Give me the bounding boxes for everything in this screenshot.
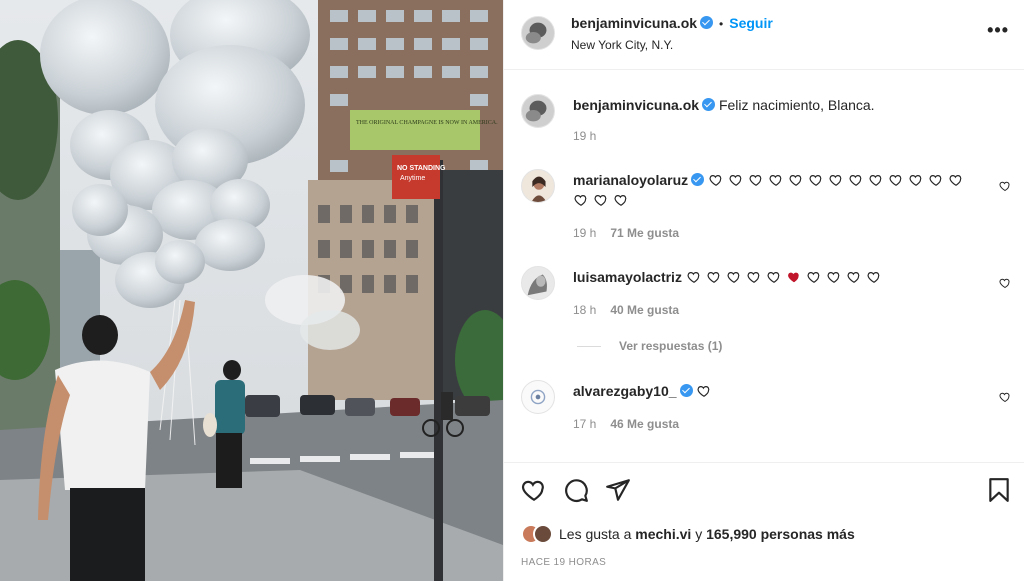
view-replies-button[interactable]: Ver respuestas (1) [577, 339, 722, 353]
like-comment-heart-icon[interactable] [999, 391, 1011, 403]
white-heart-emoji [949, 175, 962, 186]
comment-bubble-icon[interactable] [563, 477, 589, 503]
commenter-username[interactable]: luisamayolactriz [573, 269, 682, 285]
white-heart-emoji [827, 272, 840, 283]
commenter-avatar[interactable] [521, 266, 555, 300]
like-comment-heart-icon[interactable] [999, 180, 1011, 192]
liker-avatar [533, 524, 553, 544]
caption-time: 19 h [573, 129, 597, 143]
white-heart-emoji [574, 195, 587, 206]
white-heart-emoji [729, 175, 742, 186]
sign-text-1: NO STANDING [397, 165, 446, 172]
white-heart-emoji [829, 175, 842, 186]
white-heart-emoji [707, 272, 720, 283]
comment-time: 19 h [573, 226, 597, 240]
save-bookmark-icon[interactable] [986, 477, 1012, 503]
post-header: benjaminvicuna.ok • Seguir New York City, … [504, 0, 1024, 70]
white-heart-emoji [747, 272, 760, 283]
comment-meta: 17 h 46 Me gusta [573, 417, 679, 431]
white-heart-emoji [909, 175, 922, 186]
white-heart-emoji [929, 175, 942, 186]
verified-badge-icon [700, 16, 714, 29]
comment-hearts [573, 192, 633, 208]
like-heart-icon[interactable] [521, 477, 547, 503]
verified-badge-icon [702, 98, 716, 111]
comment-meta: 18 h 40 Me gusta [573, 303, 679, 317]
post-photo[interactable]: THE ORIGINAL CHAMPAGNE IS NOW IN AMERICA… [0, 0, 503, 581]
white-heart-emoji [867, 272, 880, 283]
commenter-avatar[interactable] [521, 169, 555, 203]
post-location[interactable]: New York City, N.Y. [571, 38, 673, 52]
comment-likes[interactable]: 40 Me gusta [610, 303, 679, 317]
commenter-username[interactable]: marianaloyolaruz [573, 172, 688, 188]
comment-meta: 19 h 71 Me gusta [573, 226, 679, 240]
caption-username[interactable]: benjaminvicuna.ok [573, 97, 699, 113]
comment-hearts [708, 172, 968, 188]
white-heart-emoji [769, 175, 782, 186]
white-heart-emoji [889, 175, 902, 186]
comment-likes[interactable]: 46 Me gusta [610, 417, 679, 431]
white-heart-emoji [849, 175, 862, 186]
comment-item: marianaloyolaruz 19 h 71 Me gusta [504, 166, 1024, 246]
white-heart-emoji [749, 175, 762, 186]
separator-dot: • [719, 17, 724, 31]
white-heart-emoji [809, 175, 822, 186]
comment-time: 18 h [573, 303, 597, 317]
more-options-icon[interactable]: ••• [987, 20, 1009, 41]
sign-text-2: Anytime [400, 175, 425, 182]
white-heart-emoji [727, 272, 740, 283]
likes-prefix: Les gusta a [559, 526, 632, 542]
billboard-text: THE ORIGINAL CHAMPAGNE IS NOW IN AMERICA… [356, 120, 498, 126]
comment-likes[interactable]: 71 Me gusta [610, 226, 679, 240]
post-actions: Les gusta a mechi.vi y 165,990 personas … [504, 462, 1024, 581]
like-comment-heart-icon[interactable] [999, 277, 1011, 289]
comment-hearts [686, 269, 886, 285]
share-paper-plane-icon[interactable] [605, 477, 631, 503]
commenter-avatar[interactable] [521, 380, 555, 414]
comment-item: luisamayolactriz 18 h 40 Me gusta Ver res… [504, 263, 1024, 363]
white-heart-emoji [847, 272, 860, 283]
white-heart-emoji [594, 195, 607, 206]
comment-item: alvarezgaby10_ 17 h 46 Me gusta [504, 377, 1024, 447]
white-heart-emoji [697, 386, 710, 397]
verified-badge-icon [679, 384, 693, 397]
white-heart-emoji [767, 272, 780, 283]
follow-button[interactable]: Seguir [729, 15, 773, 31]
likes-summary[interactable]: Les gusta a mechi.vi y 165,990 personas … [521, 524, 855, 544]
comment-hearts [696, 383, 716, 399]
street-scene-image: THE ORIGINAL CHAMPAGNE IS NOW IN AMERICA… [0, 0, 503, 581]
white-heart-emoji [614, 195, 627, 206]
red-heart-emoji [787, 272, 799, 283]
author-username[interactable]: benjaminvicuna.ok [571, 15, 697, 31]
white-heart-emoji [869, 175, 882, 186]
author-avatar[interactable] [521, 16, 555, 50]
white-heart-emoji [687, 272, 700, 283]
commenter-username[interactable]: alvarezgaby10_ [573, 383, 677, 399]
comments-list[interactable]: benjaminvicuna.ok Feliz nacimiento, Blan… [504, 71, 1024, 461]
white-heart-emoji [789, 175, 802, 186]
white-heart-emoji [807, 272, 820, 283]
likes-user[interactable]: mechi.vi [635, 526, 691, 542]
caption-avatar[interactable] [521, 94, 555, 128]
post-time-ago[interactable]: HACE 19 HORAS [521, 557, 606, 568]
likes-others[interactable]: 165,990 personas más [706, 526, 855, 542]
caption-text: Feliz nacimiento, Blanca. [718, 97, 875, 113]
white-heart-emoji [709, 175, 722, 186]
post-details-panel: benjaminvicuna.ok • Seguir New York City, … [503, 0, 1024, 581]
verified-badge-icon [691, 173, 705, 186]
likes-connector: y [695, 526, 703, 542]
comment-time: 17 h [573, 417, 597, 431]
caption: benjaminvicuna.ok Feliz nacimiento, Blan… [504, 91, 1024, 151]
